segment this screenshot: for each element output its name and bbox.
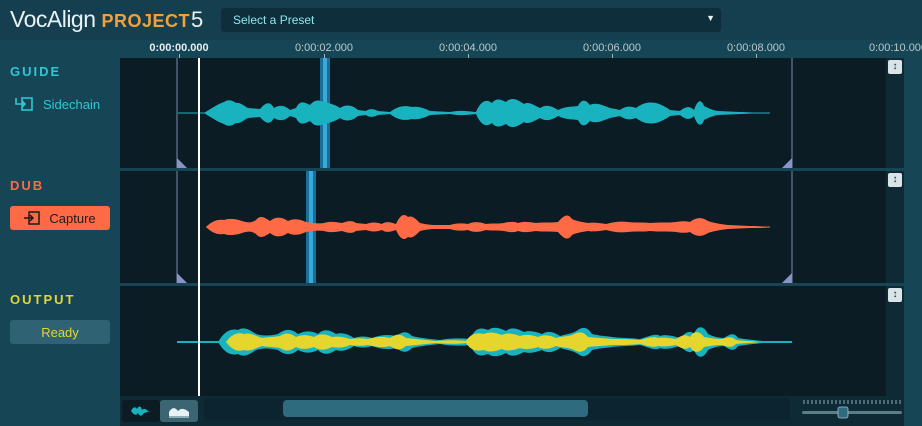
time-tick: 0:00:08.000	[726, 42, 786, 54]
logo-version: 5	[191, 7, 204, 32]
guide-track[interactable]	[120, 58, 886, 168]
app-logo: VocAlign PROJECT 5	[10, 6, 203, 34]
guide-waveform	[204, 98, 770, 128]
sidechain-icon	[15, 97, 33, 111]
preset-dropdown[interactable]: Select a Preset ▼	[221, 8, 721, 32]
playhead-cursor[interactable]	[198, 58, 200, 396]
preset-label: Select a Preset	[233, 13, 315, 27]
dub-start-handle	[177, 273, 187, 283]
chevron-down-icon: ▼	[706, 13, 715, 23]
horizontal-scroll-thumb[interactable]	[283, 400, 588, 417]
guide-vertical-scroll[interactable]	[886, 58, 904, 168]
output-vertical-scroll[interactable]	[886, 286, 904, 396]
dub-zoom-icon[interactable]: ↕	[888, 173, 902, 187]
zoom-slider[interactable]	[800, 398, 904, 422]
time-tick: 0:00:00.000	[149, 42, 209, 54]
capture-label: Capture	[49, 210, 96, 226]
dub-waveform	[206, 215, 770, 239]
output-zoom-icon[interactable]: ↕	[888, 288, 902, 302]
guide-zoom-icon[interactable]: ↕	[888, 60, 902, 74]
envelope-view-button[interactable]	[160, 400, 198, 422]
zoom-track	[802, 411, 902, 414]
time-tick: 0:00:02.000	[294, 42, 354, 54]
header-bar: VocAlign PROJECT 5 Select a Preset ▼	[0, 0, 922, 40]
logo-brand: VocAlign	[10, 6, 96, 32]
output-track[interactable]	[120, 286, 886, 396]
waveform-icon	[131, 406, 151, 416]
time-tick: 0:00:06.000	[582, 42, 642, 54]
guide-start-handle	[177, 158, 187, 168]
logo-product: PROJECT	[101, 11, 191, 31]
guide-label: GUIDE	[10, 64, 62, 79]
waveform-view-button[interactable]	[122, 400, 160, 422]
time-tick: 0:00:10.000	[868, 42, 922, 54]
timeline-ruler[interactable]: 0:00:00.000 0:00:02.000 0:00:04.000 0:00…	[120, 40, 922, 58]
guide-end-handle	[782, 158, 792, 168]
output-label: OUTPUT	[10, 292, 76, 307]
capture-button[interactable]: Capture	[10, 206, 110, 230]
dub-end-handle	[782, 273, 792, 283]
zoom-handle	[837, 406, 849, 419]
dub-label: DUB	[10, 178, 45, 193]
envelope-icon	[169, 408, 189, 418]
time-tick: 0:00:04.000	[438, 42, 498, 54]
sidechain-button[interactable]: Sidechain	[14, 95, 100, 113]
capture-icon	[24, 211, 41, 225]
ready-button[interactable]: Ready	[10, 320, 110, 344]
ready-label: Ready	[41, 324, 79, 340]
sidechain-label: Sidechain	[43, 96, 101, 112]
dub-vertical-scroll[interactable]	[886, 171, 904, 283]
dub-track[interactable]	[120, 171, 886, 283]
